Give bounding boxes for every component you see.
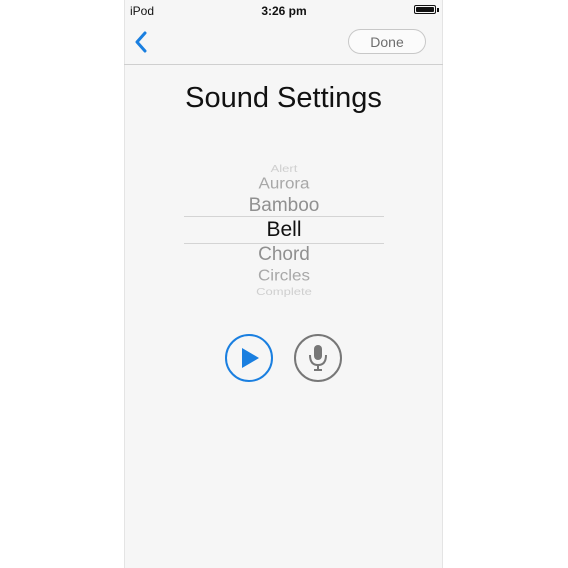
status-bar: iPod 3:26 pm <box>0 0 568 22</box>
battery-icon <box>414 5 436 14</box>
picker-item-bell[interactable]: Bell <box>184 218 384 242</box>
page-title: Sound Settings <box>185 82 382 114</box>
picker-selection-line-top <box>184 216 384 217</box>
sound-picker[interactable]: Alert Aurora Bamboo Bell Chord Circles C… <box>184 160 384 298</box>
back-button[interactable] <box>130 28 152 56</box>
nav-divider <box>124 64 443 65</box>
picker-item-complete[interactable]: Complete <box>184 286 384 297</box>
picker-item-aurora[interactable]: Aurora <box>184 175 384 193</box>
status-time: 3:26 pm <box>261 4 307 18</box>
picker-item-chord[interactable]: Chord <box>184 244 384 266</box>
picker-item-alert[interactable]: Alert <box>184 163 384 174</box>
microphone-icon <box>309 345 327 371</box>
play-button[interactable] <box>225 334 273 382</box>
microphone-button[interactable] <box>294 334 342 382</box>
picker-item-circles[interactable]: Circles <box>184 267 384 285</box>
done-button[interactable]: Done <box>348 29 426 54</box>
play-icon <box>242 348 259 368</box>
chevron-left-icon <box>135 31 147 53</box>
picker-item-bamboo[interactable]: Bamboo <box>184 195 384 217</box>
